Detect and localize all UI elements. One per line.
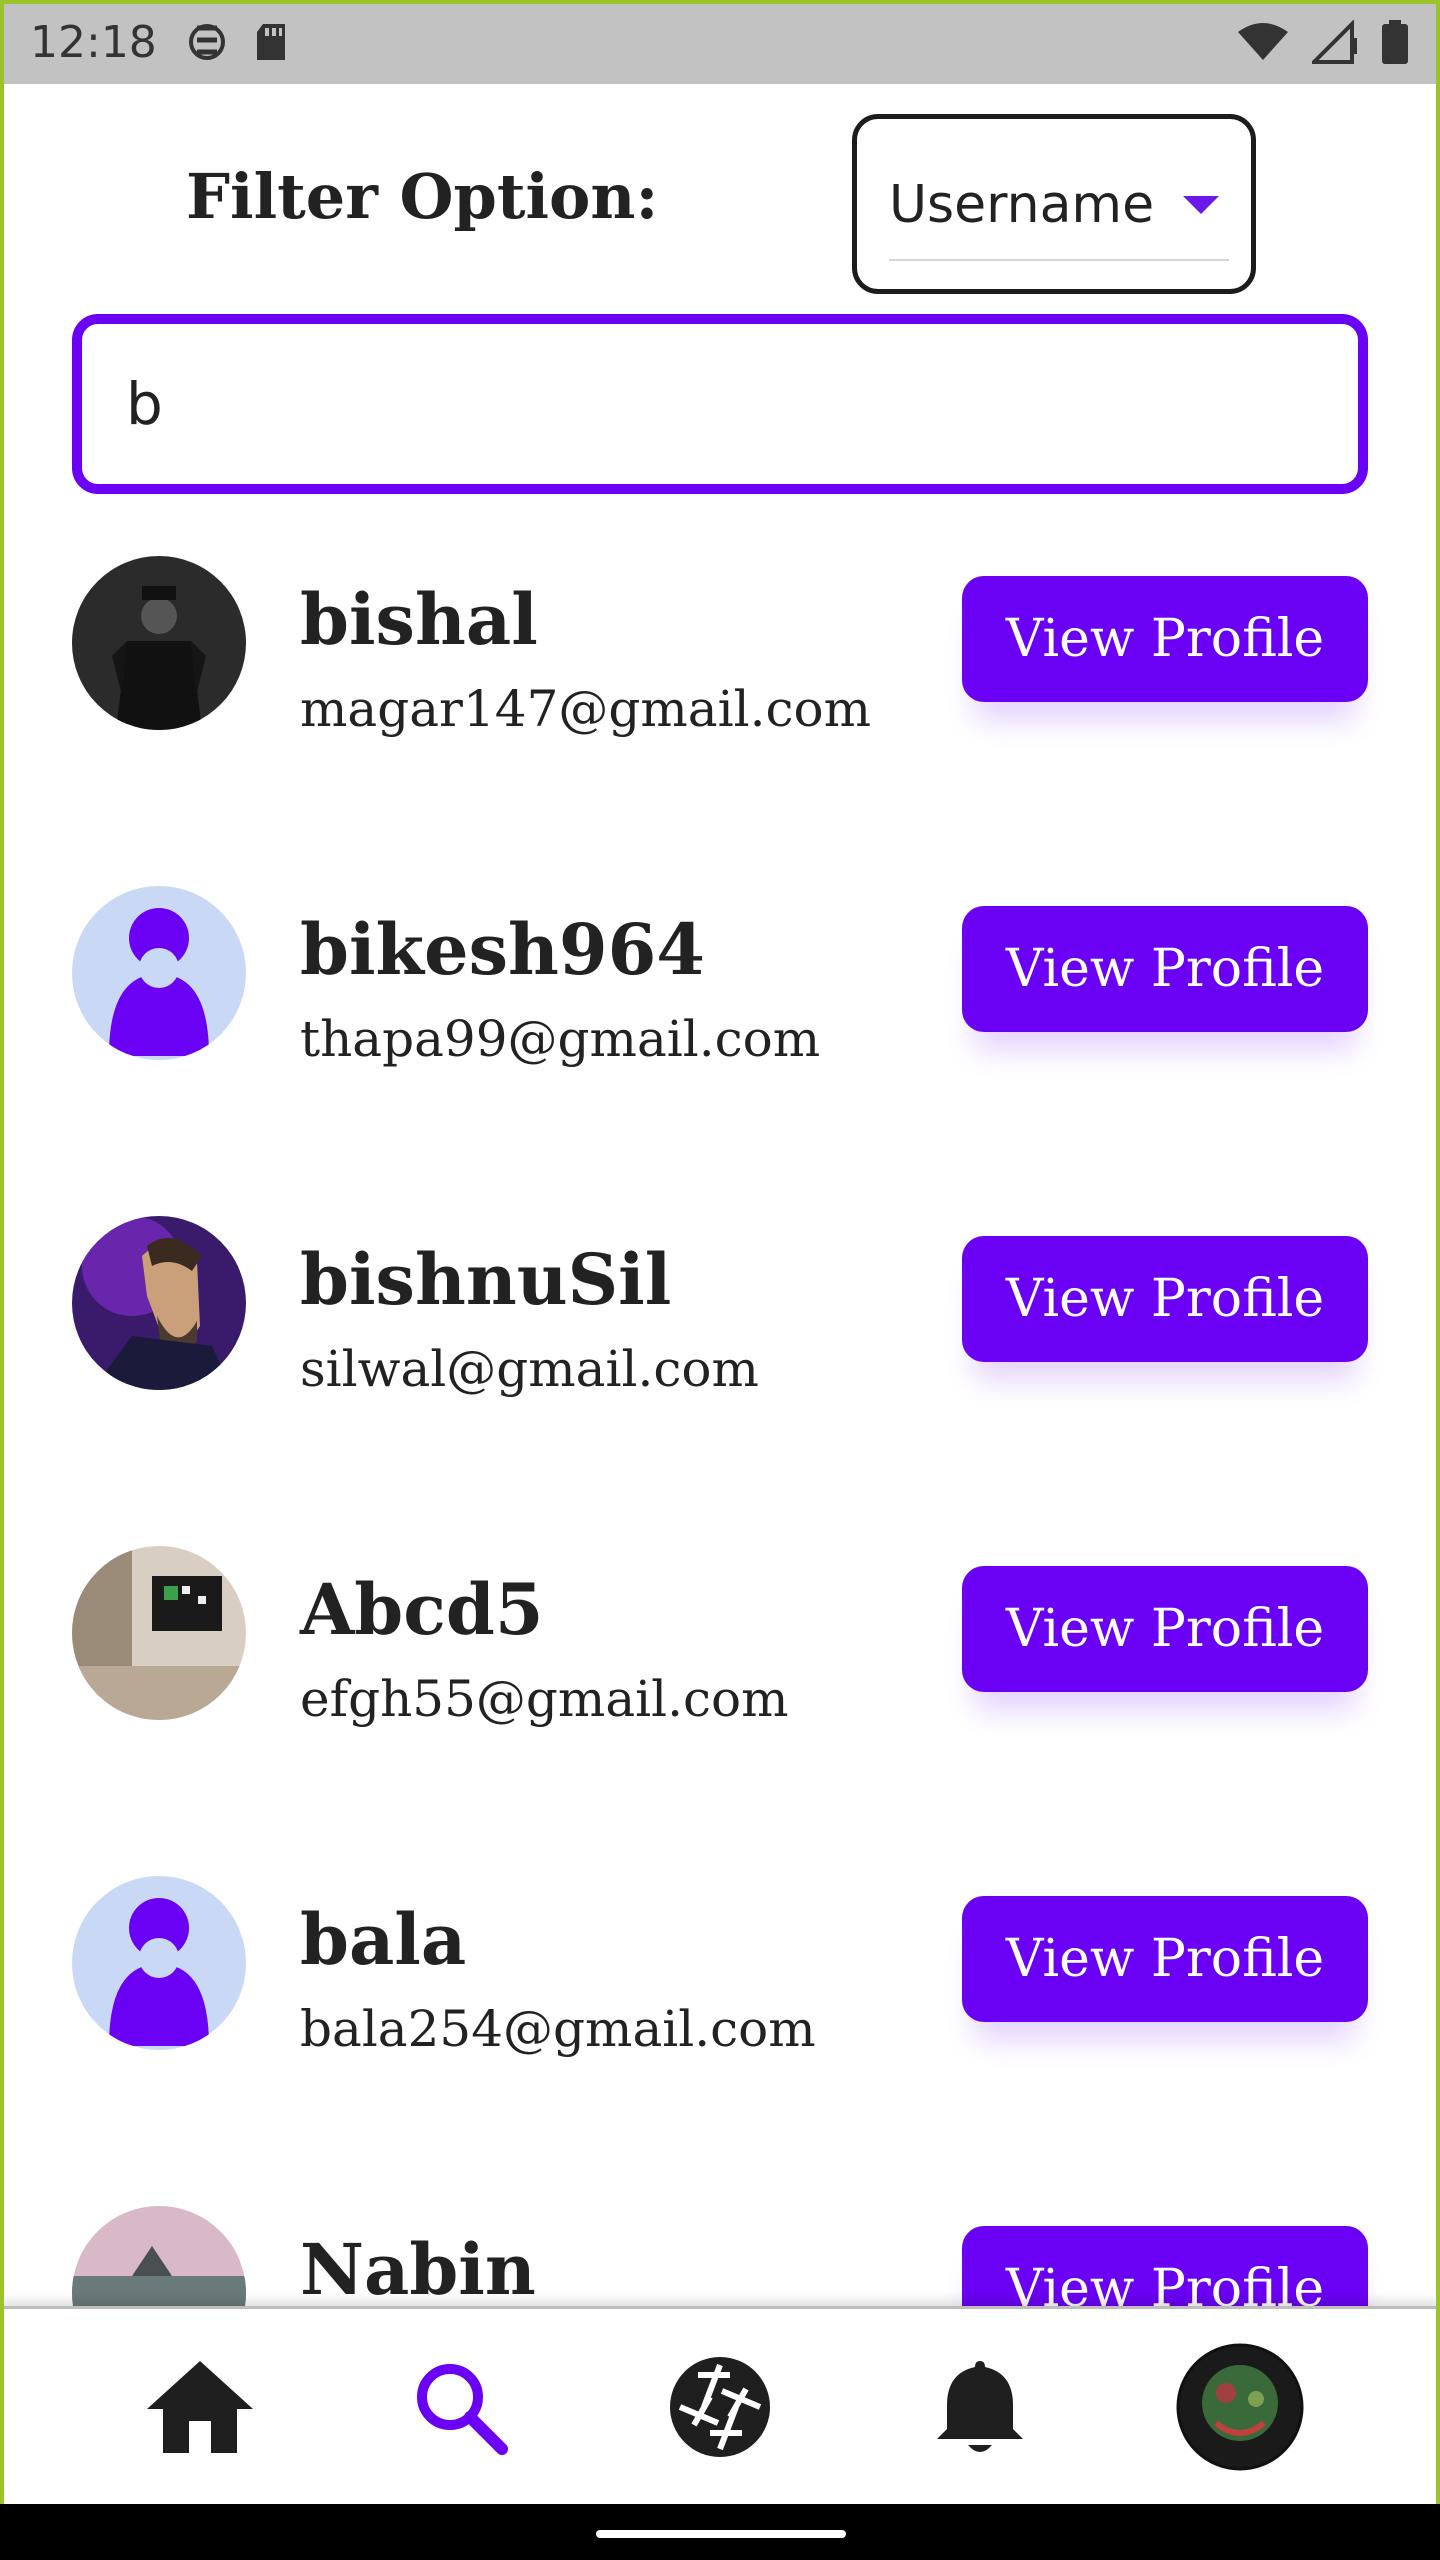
user-photo-icon	[72, 1546, 246, 1720]
gesture-navigation-bar	[0, 2504, 1440, 2560]
user-photo-icon	[72, 556, 246, 730]
user-email: silwal@gmail.com	[300, 1340, 759, 1398]
search-icon	[417, 2363, 508, 2455]
wifi-icon	[1238, 23, 1288, 60]
default-user-icon	[72, 1876, 246, 2050]
profile-avatar	[1176, 2343, 1304, 2470]
list-item: bala bala254@gmail.com View Profile	[0, 1868, 1440, 2198]
data-saver-icon	[188, 24, 225, 60]
list-item: bishnuSil silwal@gmail.com View Profile	[0, 1208, 1440, 1538]
avatar[interactable]	[72, 556, 246, 730]
filter-dropdown[interactable]: Username	[889, 151, 1229, 261]
view-profile-button[interactable]: View Profile	[962, 1236, 1368, 1362]
view-profile-button[interactable]: View Profile	[962, 1566, 1368, 1692]
avatar[interactable]	[72, 1216, 246, 1390]
username: bishal	[300, 578, 538, 661]
home-icon	[147, 2360, 253, 2453]
status-bar: 12:18	[0, 0, 1440, 84]
user-email: bala254@gmail.com	[300, 2000, 816, 2058]
bell-icon	[937, 2360, 1023, 2452]
home-gesture-handle[interactable]	[596, 2530, 846, 2538]
sd-card-icon	[256, 24, 285, 60]
list-item: bikesh964 thapa99@gmail.com View Profile	[0, 878, 1440, 1208]
battery-icon	[1382, 20, 1408, 64]
list-item: bishal magar147@gmail.com View Profile	[0, 548, 1440, 878]
view-profile-button[interactable]: View Profile	[962, 2226, 1368, 2306]
status-time: 12:18	[30, 16, 157, 68]
bottom-navigation	[0, 2306, 1440, 2504]
avatar[interactable]	[72, 2206, 246, 2306]
user-email: thapa99@gmail.com	[300, 1010, 821, 1068]
view-profile-button[interactable]: View Profile	[962, 576, 1368, 702]
nav-home[interactable]	[135, 2342, 265, 2472]
avatar[interactable]	[72, 1546, 246, 1720]
cell-signal-icon	[1312, 20, 1357, 64]
username: bishnuSil	[300, 1238, 672, 1321]
nav-notifications[interactable]	[915, 2342, 1045, 2472]
username: bikesh964	[300, 908, 705, 991]
list-item: Abcd5 efgh55@gmail.com View Profile	[0, 1538, 1440, 1868]
user-email: magar147@gmail.com	[300, 680, 871, 738]
nav-profile[interactable]	[1175, 2342, 1305, 2472]
nav-search[interactable]	[395, 2342, 525, 2472]
nav-camera[interactable]	[655, 2342, 785, 2472]
caret-down-icon	[1183, 196, 1219, 214]
filter-dropdown-container: Username	[852, 114, 1256, 294]
user-email: efgh55@gmail.com	[300, 1670, 789, 1728]
user-list: bishal magar147@gmail.com View Profile b…	[0, 548, 1440, 2306]
avatar[interactable]	[72, 1876, 246, 2050]
view-profile-button[interactable]: View Profile	[962, 1896, 1368, 2022]
filter-option-label: Filter Option:	[186, 160, 659, 233]
view-profile-button[interactable]: View Profile	[962, 906, 1368, 1032]
filter-selected-value: Username	[889, 175, 1155, 235]
avatar[interactable]	[72, 886, 246, 1060]
username: Nabin	[300, 2228, 536, 2306]
default-user-icon	[72, 886, 246, 1060]
camera-aperture-icon	[670, 2356, 770, 2457]
username: bala	[300, 1898, 467, 1981]
username: Abcd5	[300, 1568, 544, 1651]
list-item: Nabin View Profile	[0, 2198, 1440, 2306]
user-photo-icon	[72, 1216, 246, 1390]
search-input[interactable]	[72, 314, 1368, 494]
user-photo-icon	[72, 2206, 246, 2306]
